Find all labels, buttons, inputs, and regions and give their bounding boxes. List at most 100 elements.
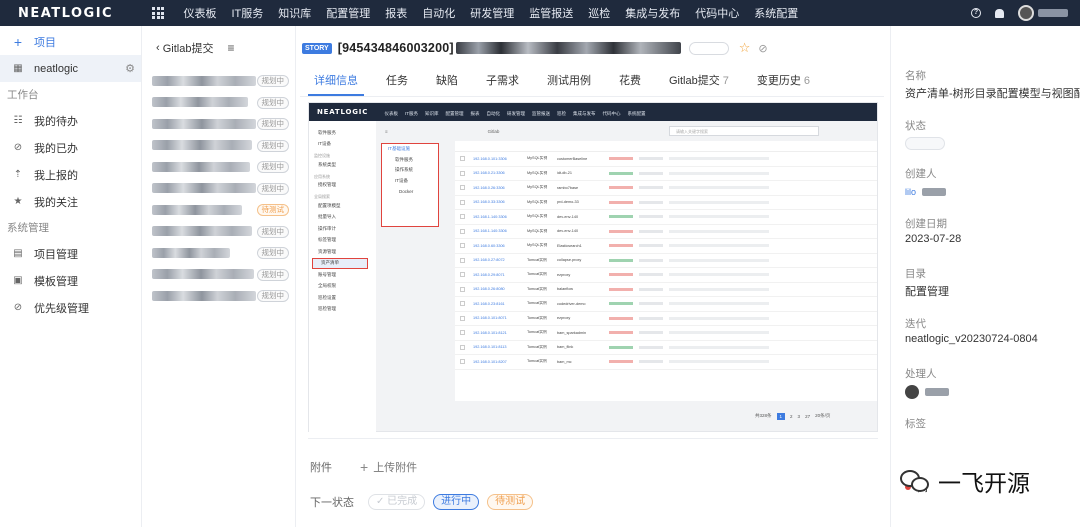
embedded-table-cell <box>639 331 663 335</box>
sidebar-item-priority-mgmt[interactable]: ⊘ 优先级管理 <box>0 294 141 321</box>
blurred-title <box>152 97 248 108</box>
state-done-button[interactable]: ✓ 已完成 <box>368 494 426 510</box>
tab-change-history[interactable]: 变更历史 6 <box>743 70 824 97</box>
embedded-table-cell: 192.168.0.29:8071 <box>473 272 505 277</box>
list-item[interactable]: 规划中 <box>142 135 295 157</box>
checkbox-icon <box>460 214 465 220</box>
embedded-table: 192.168.0.101:3306 MySQL实例 customerBaselin… <box>455 141 877 401</box>
nav-item[interactable]: 代码中心 <box>688 5 747 21</box>
embedded-table-cell <box>639 316 663 320</box>
menu-icon[interactable]: ≡ <box>227 41 234 55</box>
embedded-table-row: 192.168.0.33:3306 MySQL实例 prd-demo-33 <box>455 196 877 210</box>
list-item[interactable]: 规划中 <box>142 178 295 200</box>
help-icon[interactable]: ? <box>971 8 981 18</box>
back-icon[interactable]: ‹ <box>156 42 160 54</box>
back-label[interactable]: Gitlab提交 <box>163 40 214 56</box>
embedded-table-cell <box>639 171 663 175</box>
nav-item[interactable]: 知识库 <box>271 5 319 21</box>
blurred-title <box>152 269 254 280</box>
pager-page: 27 <box>805 413 811 419</box>
embedded-table-cell <box>669 157 769 161</box>
embedded-tree-node: 软件服务 <box>395 156 413 162</box>
list-item[interactable]: 规划中 <box>142 113 295 135</box>
add-project-button[interactable]: + 项目 <box>0 28 141 55</box>
embedded-table-cell <box>639 215 663 219</box>
nav-item[interactable]: 巡检 <box>581 5 618 21</box>
sidebar-item-reported[interactable]: ⇡ 我上报的 <box>0 161 141 188</box>
tab-costs[interactable]: 花费 <box>605 70 655 97</box>
tab-gitlab-commits[interactable]: Gitlab提交 7 <box>655 70 743 97</box>
nav-item[interactable]: 报表 <box>378 5 415 21</box>
catalog-value[interactable]: 配置管理 <box>905 283 1080 300</box>
nav-item[interactable]: 系统配置 <box>747 5 806 21</box>
sidebar-item-favorites[interactable]: ★ 我的关注 <box>0 188 141 215</box>
embedded-table-header <box>455 141 877 152</box>
gear-icon[interactable]: ⚙ <box>125 62 135 75</box>
iteration-value[interactable]: neatlogic_v20230724-0804 <box>905 333 1080 350</box>
tab-label: 子需求 <box>486 74 519 87</box>
list-item[interactable]: 规划中 <box>142 221 295 243</box>
list-item[interactable]: 规划中 <box>142 70 295 92</box>
embedded-table-cell <box>669 273 769 277</box>
list-item[interactable]: 规划中 <box>142 92 295 114</box>
upload-attachment-button[interactable]: + 上传附件 <box>360 459 417 475</box>
handler-name-blurred <box>925 387 949 396</box>
status-badge <box>688 41 729 55</box>
sidebar-item-template-mgmt[interactable]: ▣ 模板管理 <box>0 267 141 294</box>
nav-item[interactable]: 集成与发布 <box>618 5 688 21</box>
list-item[interactable]: 待测试 <box>142 199 295 221</box>
checkbox-icon <box>460 243 465 249</box>
nav-item[interactable]: 监管报送 <box>522 5 581 21</box>
status-badge: 规划中 <box>256 75 289 87</box>
app-logo[interactable]: NEATLOGIC <box>0 6 142 21</box>
list-item[interactable]: 规划中 <box>142 264 295 286</box>
tab-bugs[interactable]: 缺陷 <box>422 70 472 97</box>
status-badge[interactable] <box>905 137 945 150</box>
sidebar-item-todo[interactable]: ☷ 我的待办 <box>0 107 141 134</box>
embedded-table-cell: MySQL实例 <box>527 170 548 175</box>
catalog-label: 目录 <box>905 268 926 280</box>
embedded-table-cell: collapse.proxy <box>557 258 582 263</box>
nav-item[interactable]: 配置管理 <box>319 5 378 21</box>
blurred-title <box>152 140 252 151</box>
attachments-label: 附件 <box>310 462 332 474</box>
bell-icon[interactable] <box>995 8 1004 18</box>
tab-subrequirements[interactable]: 子需求 <box>472 70 533 97</box>
handler-value[interactable] <box>905 383 1080 400</box>
tab-tasks[interactable]: 任务 <box>372 70 422 97</box>
link-icon[interactable]: ⊘ <box>758 42 767 55</box>
embedded-table-cell: 192.168.0.26:3306 <box>473 185 505 190</box>
nav-item[interactable]: IT服务 <box>224 5 271 21</box>
status-badge: 规划中 <box>256 247 289 259</box>
status-badge: 规划中 <box>256 290 289 302</box>
sidebar-item-project[interactable]: ▦ neatlogic ⚙ <box>0 55 141 82</box>
tab-testcases[interactable]: 测试用例 <box>533 70 605 97</box>
list-item[interactable]: 规划中 <box>142 156 295 178</box>
embedded-table-cell <box>669 331 769 335</box>
upload-icon: ⇡ <box>13 169 23 180</box>
nav-item[interactable]: 仪表板 <box>176 5 224 21</box>
list-item[interactable]: 规划中 <box>142 285 295 307</box>
state-label: 已完成 <box>387 496 418 507</box>
star-icon[interactable]: ☆ <box>739 40 751 56</box>
sidebar-item-done[interactable]: ⊘ 我的已办 <box>0 134 141 161</box>
status-badge: 规划中 <box>256 96 289 109</box>
embedded-sidebar-item: 软件服务 <box>318 129 336 135</box>
checkbox-icon <box>460 257 465 263</box>
tab-details[interactable]: 详细信息 <box>300 70 372 97</box>
checkbox-icon <box>460 272 465 278</box>
list-item[interactable]: 规划中 <box>142 242 295 264</box>
embedded-nav: 仪表板 IT服务 知识库 配置管理 报表 自动化 研发管理 监管报送 巡检 集成与发布 代码中心 系统… <box>381 106 649 118</box>
embedded-table-cell: 192.168.0.101:8071 <box>473 316 507 321</box>
user-menu[interactable] <box>1018 5 1068 21</box>
sidebar-item-project-mgmt[interactable]: ▤ 项目管理 <box>0 240 141 267</box>
checkbox-icon <box>460 301 465 307</box>
state-inprogress-button[interactable]: 进行中 <box>433 494 480 510</box>
state-totest-button[interactable]: 待测试 <box>487 494 534 510</box>
embedded-table-cell <box>609 360 633 364</box>
name-value[interactable]: 资产清单-树形目录配置模型与视图配... <box>905 85 1080 102</box>
nav-item[interactable]: 研发管理 <box>463 5 522 21</box>
nav-item[interactable]: 自动化 <box>415 5 463 21</box>
embedded-table-cell <box>639 229 663 233</box>
app-grid-icon[interactable] <box>152 7 164 19</box>
